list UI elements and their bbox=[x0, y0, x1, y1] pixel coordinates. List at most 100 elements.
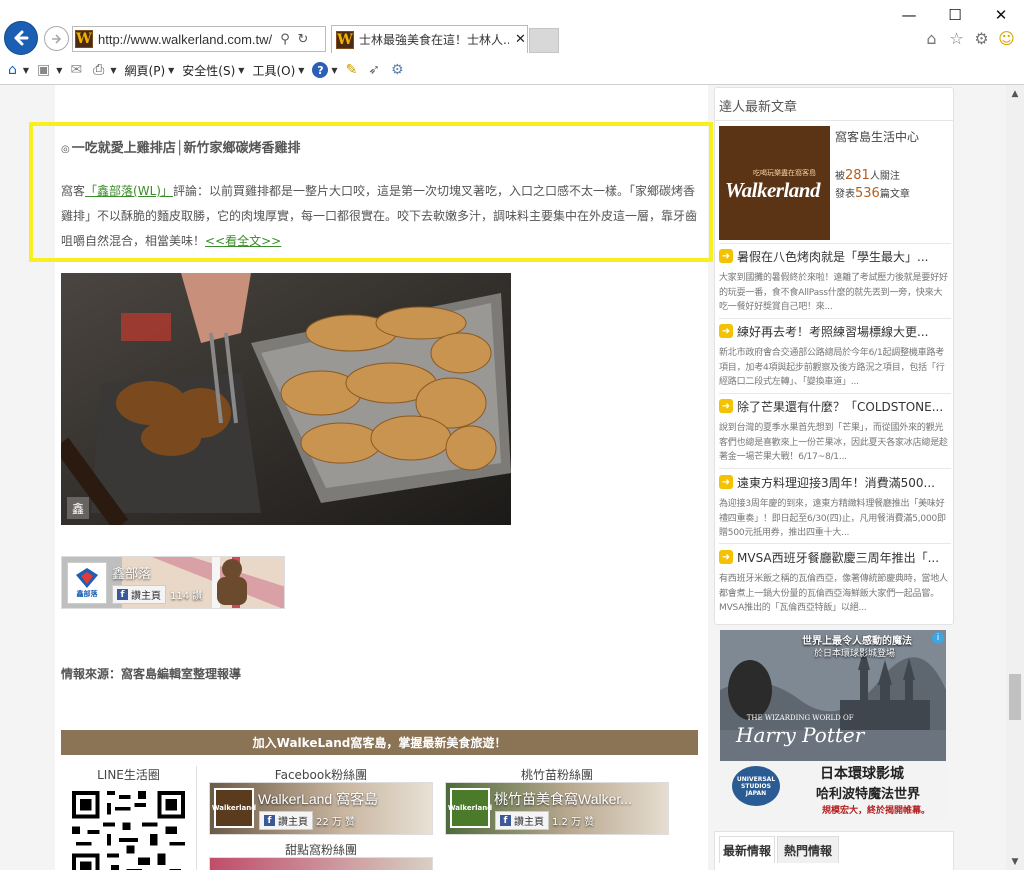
harry-potter-ad[interactable]: 世界上最令人感動的魔法 於日本環球影城登場 i THE WIZARDING WO… bbox=[720, 630, 946, 821]
page-menu[interactable]: 網頁(P) ▼ bbox=[125, 62, 175, 79]
url-text[interactable]: http://www.walkerland.com.tw/ bbox=[98, 32, 276, 47]
posts-count: 536 bbox=[855, 186, 880, 201]
article-divider bbox=[719, 468, 951, 469]
chevron-down-icon: ▼ bbox=[168, 65, 175, 75]
line-qr-code[interactable] bbox=[72, 791, 185, 870]
article-title[interactable]: ➜ 遠東方料理迎接3周年！消費滿500... bbox=[719, 474, 951, 490]
tab-popular[interactable]: 熱門情報 bbox=[777, 836, 839, 863]
fb-widget-walkerland[interactable]: Walkerland WalkerLand 窩客島 f 讚主頁 22 万 赞 bbox=[209, 782, 433, 835]
fb-like-button[interactable]: f 讚主頁 bbox=[112, 585, 166, 604]
tab-latest[interactable]: 最新情報 bbox=[719, 836, 775, 863]
research-command[interactable]: ✎ bbox=[346, 62, 361, 78]
fb-widget-name[interactable]: 桃竹苗美食窩Walker... bbox=[494, 789, 632, 809]
fb-like-label: 讚主頁 bbox=[131, 591, 161, 602]
tab-close-icon[interactable]: ✕ bbox=[515, 32, 526, 47]
settings-command[interactable]: ⚙ bbox=[391, 62, 407, 78]
article-desc: 大家到國攤的暑假終於來啦！遠離了考試壓力後就是要好好的玩耍一番，食不食AllPa… bbox=[719, 273, 948, 312]
walkerland-logo-icon: Walkerland bbox=[212, 788, 256, 828]
fb-like-button[interactable]: f 讚主頁 bbox=[259, 811, 313, 830]
article-title[interactable]: ➜ 練好再去考！考照練習場標線大更... bbox=[719, 323, 951, 339]
article-desc: 說到台灣的夏季水果首先想到「芒果」，而從國外來的觀光客們也總是喜歡來上一份芒果冰… bbox=[719, 423, 948, 462]
help-menu[interactable]: ? ▼ bbox=[312, 62, 338, 78]
article-item[interactable]: ➜ 除了芒果還有什麼？「COLDSTONE... 說到台灣的夏季水果首先想到「芒果… bbox=[719, 398, 951, 465]
article-item[interactable]: ➜ MVSA西班牙餐廳歡慶三周年推出「... 有西班牙米飯之稱的瓦倫西亞，像著傳統… bbox=[719, 549, 951, 616]
ad-subheadline: 哈利波特魔法世界 bbox=[816, 787, 921, 802]
fb-widget-dessert[interactable] bbox=[209, 857, 433, 870]
browser-tab[interactable]: W 士林最強美食在這！士林人... ✕ bbox=[331, 25, 528, 53]
forward-button[interactable] bbox=[44, 26, 69, 51]
new-tab-button[interactable] bbox=[529, 28, 559, 53]
vertical-scrollbar[interactable]: ▲ ▼ bbox=[1006, 85, 1024, 870]
browser-chrome: W http://www.walkerland.com.tw/ ⚲ ↻ W 士林… bbox=[0, 0, 1024, 85]
search-icon[interactable]: ⚲ bbox=[276, 32, 294, 47]
home-icon: ⌂ bbox=[8, 62, 17, 78]
gear-icon[interactable]: ⚙ bbox=[972, 29, 991, 48]
command-bar: ⌂ ▼ ▣ ▼ ✉ ⎙ ▼ 網頁(P) ▼ 安全性(S) ▼ 工具(O) ▼ ? ▼ ✎ ➶ … bbox=[0, 58, 1024, 82]
scroll-down-icon[interactable]: ▼ bbox=[1006, 853, 1024, 870]
address-bar[interactable]: W http://www.walkerland.com.tw/ ⚲ ↻ bbox=[72, 26, 326, 52]
back-button[interactable] bbox=[4, 21, 38, 55]
star-icon[interactable]: ☆ bbox=[947, 29, 966, 48]
chevron-down-icon: ▼ bbox=[331, 65, 338, 75]
research-icon: ✎ bbox=[345, 62, 358, 78]
article-divider bbox=[719, 243, 951, 244]
ad-info-icon[interactable]: i bbox=[932, 632, 944, 644]
minimize-button[interactable]: — bbox=[886, 0, 932, 30]
home-command[interactable]: ⌂ ▼ bbox=[8, 62, 29, 78]
taoyuan-heading: 桃竹苗粉絲團 bbox=[520, 768, 593, 782]
mail-command[interactable]: ✉ bbox=[70, 62, 85, 78]
print-command[interactable]: ⎙ ▼ bbox=[93, 62, 116, 78]
article-title[interactable]: ➜ 除了芒果還有什麼？「COLDSTONE... bbox=[719, 398, 951, 414]
posts-prefix: 發表 bbox=[835, 189, 855, 200]
chevron-down-icon: ▼ bbox=[22, 65, 30, 75]
feeds-command[interactable]: ▣ ▼ bbox=[37, 62, 62, 78]
refresh-icon[interactable]: ↻ bbox=[294, 32, 312, 47]
home-icon[interactable]: ⌂ bbox=[922, 29, 941, 48]
line-column: LINE生活圈 bbox=[61, 766, 196, 870]
follow-count: 281 bbox=[845, 168, 870, 183]
fb-page-name[interactable]: 鑫部落 bbox=[112, 563, 151, 582]
maximize-button[interactable]: ☐ bbox=[932, 0, 978, 30]
photo-watermark: 鑫 bbox=[67, 497, 89, 519]
arrow-right-icon: ➜ bbox=[719, 324, 733, 338]
profile-name[interactable]: 窩客島生活中心 bbox=[835, 128, 919, 145]
post-title: ◎ 一吃就愛上雞排店│新竹家鄉碳烤香雞排 bbox=[61, 137, 301, 156]
news-tabs: 最新情報 熱門情報 bbox=[714, 831, 954, 870]
scroll-up-icon[interactable]: ▲ bbox=[1006, 85, 1024, 102]
article-item[interactable]: ➜ 暑假在八色烤肉就是「學生最大」... 大家到國攤的暑假終於來啦！遠離了考試壓力… bbox=[719, 248, 951, 315]
article-divider bbox=[719, 318, 951, 319]
join-banner: 加入WalkeLand窩客島，掌握最新美食旅遊！ bbox=[61, 730, 698, 755]
fb-page-widget[interactable]: 鑫部落 鑫部落 f 讚主頁 114 讚 bbox=[61, 556, 285, 609]
fb-like-label: 讚主頁 bbox=[278, 817, 308, 828]
scroll-thumb[interactable] bbox=[1009, 674, 1021, 720]
forward-arrow-icon bbox=[51, 33, 61, 44]
article-title[interactable]: ➜ 暑假在八色烤肉就是「學生最大」... bbox=[719, 248, 951, 264]
tab-title: 士林最強美食在這！士林人... bbox=[359, 33, 509, 47]
site-favicon: W bbox=[75, 30, 93, 48]
fb-widget-taoyuan[interactable]: Walkerland 桃竹苗美食窩Walker... f 讚主頁 1.2 万 赞 bbox=[445, 782, 669, 835]
article-item[interactable]: ➜ 遠東方料理迎接3周年！消費滿500... 為迎接3周年慶的到來，遠東方精緻料理… bbox=[719, 474, 951, 541]
line-heading: LINE生活圈 bbox=[97, 768, 160, 782]
article-title[interactable]: ➜ MVSA西班牙餐廳歡慶三周年推出「... bbox=[719, 549, 951, 565]
fb-like-button[interactable]: f 讚主頁 bbox=[495, 811, 549, 830]
walkerland-logo[interactable]: 吃喝玩樂盡在窩客島 Walkerland bbox=[719, 126, 830, 240]
smiley-icon[interactable]: ☺ bbox=[997, 29, 1016, 48]
tools-menu[interactable]: 工具(O) ▼ bbox=[252, 62, 304, 79]
read-more-link[interactable]: <<看全文>> bbox=[205, 234, 281, 248]
browser-tools: ⌂ ☆ ⚙ ☺ bbox=[922, 29, 1016, 48]
close-button[interactable]: ✕ bbox=[978, 0, 1024, 30]
follow-prefix: 被 bbox=[835, 171, 845, 182]
safety-menu-label: 安全性(S) bbox=[182, 63, 236, 78]
fb-widget-name[interactable]: WalkerLand 窩客島 bbox=[258, 789, 378, 809]
printer-icon: ⎙ bbox=[93, 62, 105, 78]
article-item[interactable]: ➜ 練好再去考！考照練習場標線大更... 新北市政府會合交通部公路總局於今年6/1… bbox=[719, 323, 951, 390]
profile-followers: 被281人關注 bbox=[835, 167, 900, 183]
article-title-text: 遠東方料理迎接3周年！消費滿500... bbox=[737, 475, 935, 490]
article-divider bbox=[719, 543, 951, 544]
author-link[interactable]: 「鑫部落(WL)」 bbox=[85, 184, 173, 198]
send-command[interactable]: ➶ bbox=[368, 62, 383, 78]
safety-menu[interactable]: 安全性(S) ▼ bbox=[182, 62, 244, 79]
chevron-down-icon: ▼ bbox=[56, 65, 63, 75]
fb-like-label: 讚主頁 bbox=[514, 817, 544, 828]
ad-tagline: 規模宏大，終於揭開帷幕。 bbox=[822, 806, 931, 816]
